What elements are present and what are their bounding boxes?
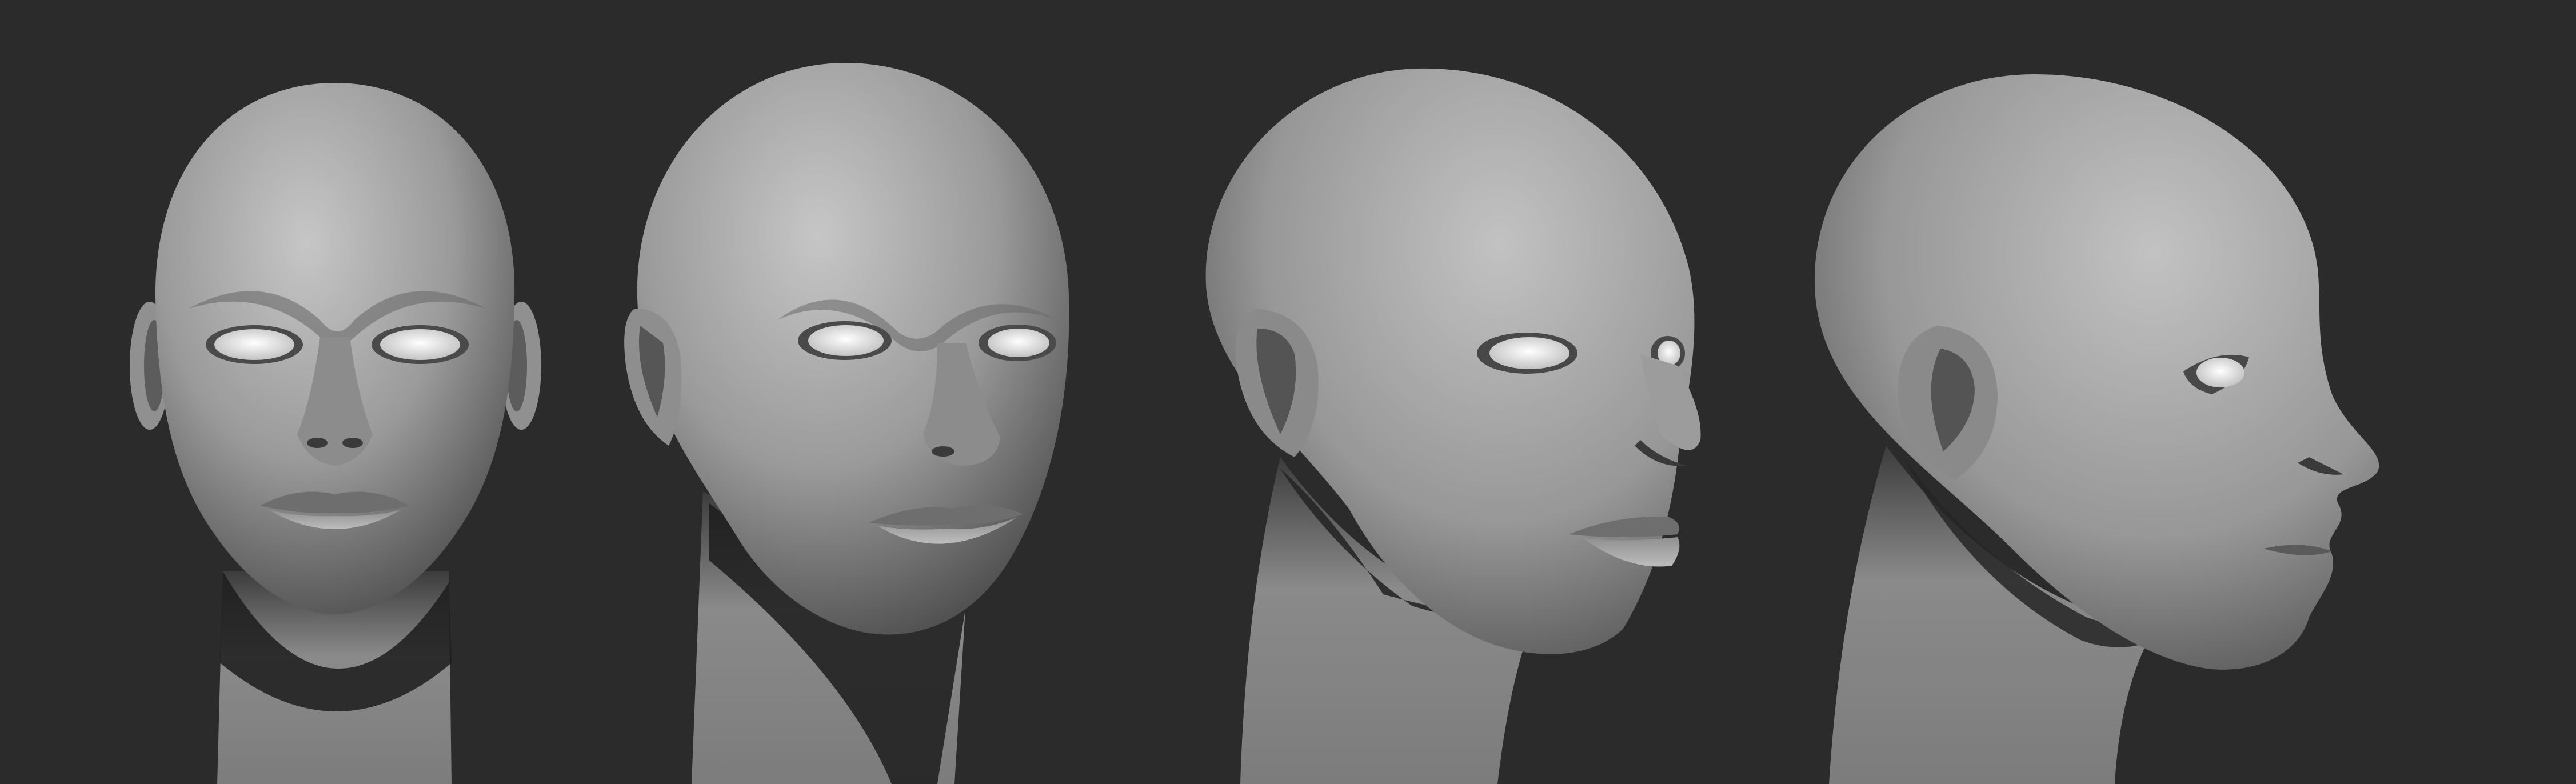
eye xyxy=(2196,358,2244,387)
head-three-quarter-view-2 xyxy=(1205,68,1701,784)
right-eye xyxy=(988,329,1049,357)
left-eye xyxy=(1489,337,1569,369)
sculpt-turnaround-scene xyxy=(0,0,2576,784)
left-eye xyxy=(214,329,294,360)
head-profile-view xyxy=(1814,74,2379,784)
left-eye xyxy=(808,325,884,356)
right-eye xyxy=(380,329,460,360)
head-front-view xyxy=(130,83,541,784)
head-three-quarter-view-1 xyxy=(624,63,1069,784)
